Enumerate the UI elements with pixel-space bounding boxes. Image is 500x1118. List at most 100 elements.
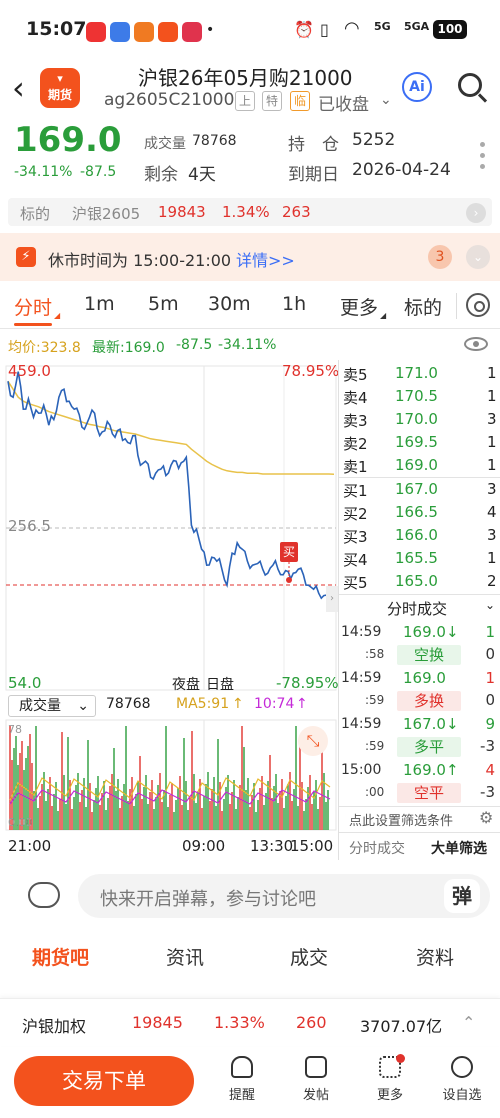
- bid-row[interactable]: 买4 165.5 1: [339, 547, 499, 570]
- chevron-down-icon[interactable]: ⌄: [485, 598, 495, 612]
- tab-futures-forum[interactable]: 期货吧: [32, 943, 89, 970]
- session-night-label: 夜盘: [172, 677, 200, 693]
- ai-assistant-button[interactable]: Ai: [402, 72, 432, 102]
- bid-row[interactable]: 买1 167.0 3: [339, 478, 499, 501]
- ask-row[interactable]: 卖1 169.0 1: [339, 454, 499, 477]
- nav-watchlist-label: 设自选: [442, 1088, 482, 1103]
- tab-info[interactable]: 资料: [416, 943, 454, 970]
- tab-trades[interactable]: 成交: [290, 943, 328, 970]
- underlying-name: 沪银2605: [72, 205, 141, 223]
- bid-qty: 3: [487, 526, 497, 544]
- comment-input[interactable]: 快来开启弹幕，参与讨论吧 弹: [78, 874, 490, 918]
- trade-qty: 1: [485, 669, 495, 687]
- danmaku-toggle-icon[interactable]: [28, 882, 60, 908]
- eye-icon[interactable]: [464, 337, 488, 351]
- heart-icon: [451, 1056, 473, 1078]
- collapse-chevron-icon[interactable]: ›: [326, 586, 338, 612]
- chevron-down-icon[interactable]: ⌄: [380, 92, 392, 108]
- edit-icon: [305, 1056, 327, 1078]
- chevron-left-icon[interactable]: ‹: [12, 72, 25, 104]
- notification-dot: [396, 1054, 405, 1063]
- average-price-line: [7, 380, 335, 475]
- search-icon[interactable]: [458, 73, 482, 97]
- ma10-value: 10:74: [254, 696, 295, 712]
- bid-row[interactable]: 买2 166.5 4: [339, 501, 499, 524]
- more-options-icon[interactable]: [480, 142, 485, 175]
- tab-divider: [456, 293, 457, 319]
- chevron-down-icon[interactable]: ⌄: [466, 245, 490, 269]
- tab-30m[interactable]: 30m: [208, 293, 251, 315]
- notice-details-link[interactable]: 详情>>: [236, 247, 295, 271]
- alarm-icon: ⏰: [294, 20, 314, 39]
- tab-news[interactable]: 资讯: [166, 943, 204, 970]
- tab-more[interactable]: 更多: [340, 293, 378, 320]
- nav-watchlist[interactable]: 设自选: [432, 1056, 492, 1103]
- trade-order-button[interactable]: 交易下单: [14, 1056, 194, 1106]
- filter-hint[interactable]: 点此设置筛选条件: [349, 810, 453, 829]
- intraday-chart[interactable]: 459.0 78.95% 256.5 54.0 -78.95% 夜盘 日盘 买 …: [0, 360, 340, 860]
- tab-intraday[interactable]: 分时: [14, 293, 52, 320]
- gear-icon[interactable]: [466, 293, 490, 317]
- chevron-right-icon[interactable]: ›: [466, 203, 486, 223]
- ask-row[interactable]: 卖5 171.0 1: [339, 362, 499, 385]
- ma5-value: MA5:91: [176, 696, 230, 712]
- filter-tab-trades[interactable]: 分时成交: [349, 838, 405, 858]
- trade-price: 169.0↓: [403, 623, 459, 641]
- bid-price: 166.5: [395, 503, 438, 521]
- index-name: 沪银加权: [22, 1017, 87, 1036]
- nav-post-label: 发帖: [302, 1088, 329, 1103]
- chevron-down-icon: ⌄: [77, 698, 89, 714]
- status-time: 15:07: [26, 18, 87, 40]
- position-value: 5252: [352, 130, 396, 150]
- arrow-up-icon: ↑: [296, 696, 308, 712]
- ask-row[interactable]: 卖2 169.5 1: [339, 431, 499, 454]
- underlying-row[interactable]: 标的 沪银2605 19843 1.34% 263 ›: [8, 198, 492, 226]
- average-line-info: 均价:323.8 最新:169.0 -87.5 -34.11%: [0, 333, 500, 357]
- app-notification-icon: [86, 22, 106, 42]
- tab-1m[interactable]: 1m: [84, 293, 115, 315]
- page-title: 沪银26年05月购21000: [138, 66, 353, 90]
- bid-label: 买4: [343, 551, 368, 569]
- bid-row[interactable]: 买5 165.0 2: [339, 570, 499, 593]
- header: ‹ ▾ 期货 沪银26年05月购21000 ag2605C21000 上 特 临…: [0, 58, 500, 118]
- trade-oi-change: -3: [480, 737, 495, 755]
- nav-more[interactable]: 更多: [360, 1054, 420, 1103]
- underlying-price: 19843: [158, 203, 206, 221]
- ask-price: 170.5: [395, 387, 438, 405]
- trade-oi-change: 0: [485, 691, 495, 709]
- market-status[interactable]: 已收盘: [318, 90, 369, 115]
- latest-price: 最新:169.0: [92, 340, 165, 356]
- ask-label: 卖5: [343, 366, 368, 384]
- trade-oi-change: -3: [480, 783, 495, 801]
- bid-row[interactable]: 买3 166.0 3: [339, 524, 499, 547]
- ask-row[interactable]: 卖4 170.5 1: [339, 385, 499, 408]
- dropdown-triangle-icon: ◢: [380, 311, 387, 320]
- expand-icon[interactable]: ⤡: [298, 726, 328, 756]
- gear-icon[interactable]: ⚙: [479, 808, 493, 827]
- nav-post[interactable]: 发帖: [286, 1056, 346, 1103]
- notice-count-badge[interactable]: 3: [428, 245, 452, 269]
- ask-row[interactable]: 卖3 170.0 3: [339, 408, 499, 431]
- change-value: -87.5: [80, 164, 117, 180]
- book-divider: [339, 806, 500, 807]
- order-book: 卖5 171.0 1 卖4 170.5 1 卖3 170.0 3 卖2 169.…: [338, 360, 500, 860]
- tab-5m[interactable]: 5m: [148, 293, 179, 315]
- change-pct: -34.11%: [14, 164, 73, 180]
- nav-alert[interactable]: 提醒: [212, 1056, 272, 1103]
- volume-indicator-label: 成交量: [19, 698, 61, 714]
- danmaku-button[interactable]: 弹: [444, 879, 480, 913]
- buy-marker[interactable]: 买: [280, 542, 298, 562]
- tab-underlying[interactable]: 标的: [404, 293, 442, 320]
- price-line: [7, 371, 335, 600]
- index-ticker-bar[interactable]: 沪银加权 19845 1.33% 260 3707.07亿 ⌃: [0, 998, 500, 1046]
- right-tick-top: 78.95%: [282, 362, 340, 380]
- comment-bar: 快来开启弹幕，参与讨论吧 弹: [0, 866, 500, 926]
- chevron-up-icon[interactable]: ⌃: [462, 1013, 475, 1032]
- volume-indicator-select[interactable]: 成交量 ⌄: [8, 695, 96, 717]
- filter-tab-large-orders[interactable]: 大单筛选: [431, 838, 487, 858]
- latest-pct: -34.11%: [218, 337, 277, 353]
- underlying-pct: 1.34%: [222, 203, 270, 221]
- tag-special: 特: [262, 91, 282, 111]
- tab-1h[interactable]: 1h: [282, 293, 306, 315]
- logo-label: 期货: [47, 88, 72, 102]
